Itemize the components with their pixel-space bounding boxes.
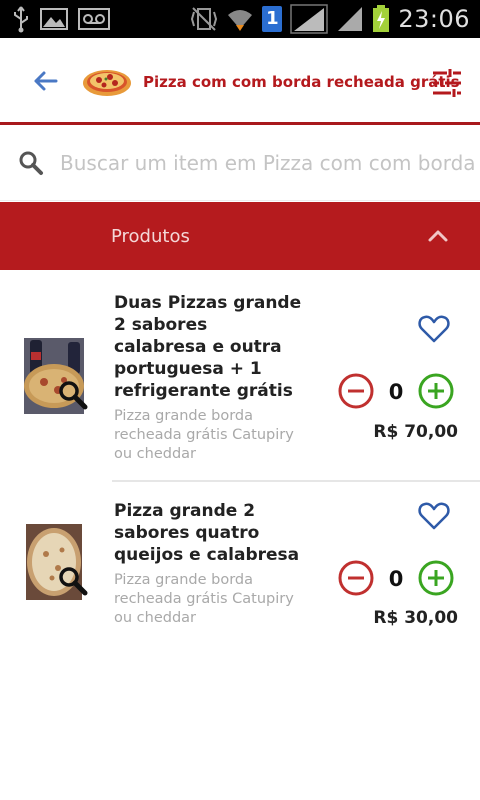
signal-strength-icon xyxy=(336,5,364,33)
usb-icon xyxy=(12,5,30,33)
decrease-quantity-button[interactable] xyxy=(337,372,375,410)
section-header-produtos[interactable]: Produtos xyxy=(0,202,480,270)
plus-circle-icon xyxy=(418,560,454,596)
search-bar xyxy=(0,125,480,201)
product-name: Pizza grande 2 sabores quatro queijos e … xyxy=(114,501,300,565)
zoom-icon[interactable] xyxy=(58,566,88,596)
clock: 23:06 xyxy=(398,5,470,33)
quantity-value: 0 xyxy=(388,380,404,404)
product-price: R$ 30,00 xyxy=(373,608,458,628)
heart-icon xyxy=(418,315,450,343)
battery-charging-icon xyxy=(372,5,390,33)
decrease-quantity-button[interactable] xyxy=(337,559,375,597)
minus-circle-icon xyxy=(338,560,374,596)
increase-quantity-button[interactable] xyxy=(417,372,455,410)
product-price: R$ 70,00 xyxy=(373,422,458,442)
search-input[interactable] xyxy=(60,143,480,183)
voicemail-icon xyxy=(78,7,110,31)
product-description: Pizza grande borda recheada grátis Catup… xyxy=(114,408,294,462)
back-button[interactable] xyxy=(28,64,62,98)
favorite-button[interactable] xyxy=(418,314,454,348)
filter-button[interactable] xyxy=(430,66,464,100)
gallery-icon xyxy=(40,7,68,31)
search-icon xyxy=(18,150,44,176)
status-bar: 1 23:06 xyxy=(0,0,480,38)
plus-circle-icon xyxy=(418,373,454,409)
tune-icon xyxy=(433,69,461,97)
chevron-up-icon[interactable] xyxy=(424,222,452,250)
app-header: Pizza com com borda recheada grátis xyxy=(0,38,480,122)
minus-circle-icon xyxy=(338,373,374,409)
pizza-logo xyxy=(82,65,132,101)
quantity-value: 0 xyxy=(388,567,404,591)
increase-quantity-button[interactable] xyxy=(417,559,455,597)
product-name: Duas Pizzas grande 2 sabores calabresa e… xyxy=(114,293,302,401)
page-title: Pizza com com borda recheada grátis xyxy=(143,73,460,91)
favorite-button[interactable] xyxy=(418,501,454,535)
item-divider xyxy=(112,480,480,482)
heart-icon xyxy=(418,502,450,530)
signal-icon xyxy=(290,4,329,34)
arrow-left-icon xyxy=(34,71,58,91)
vibrate-icon xyxy=(190,6,218,32)
sim-badge: 1 xyxy=(262,6,283,32)
product-description: Pizza grande borda recheada grátis Catup… xyxy=(114,572,294,626)
wifi-icon xyxy=(226,5,254,33)
zoom-icon[interactable] xyxy=(58,380,88,410)
section-title: Produtos xyxy=(111,226,190,247)
